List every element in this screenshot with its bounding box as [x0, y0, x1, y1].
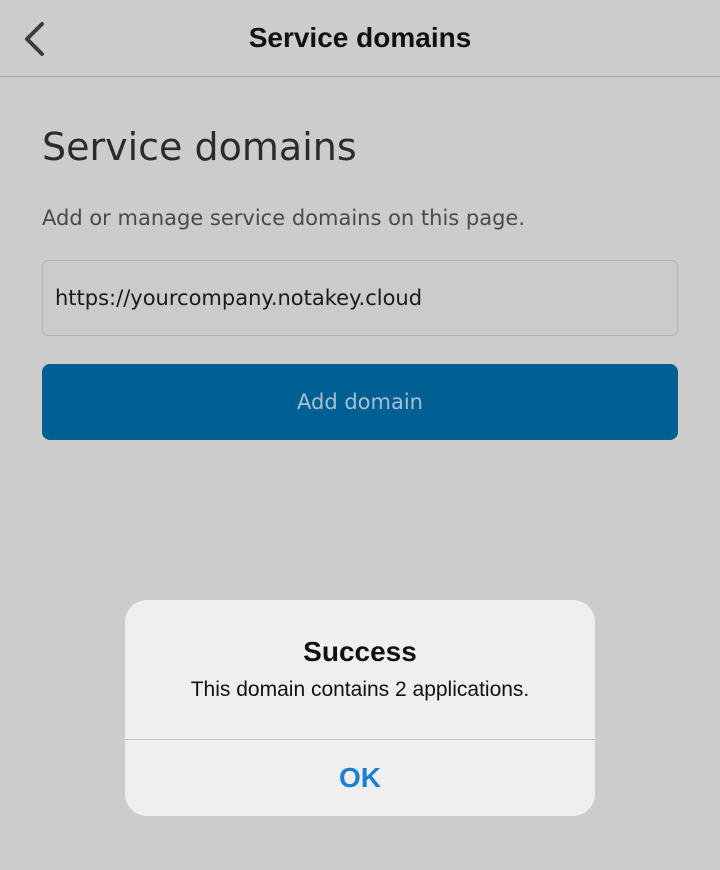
page-description: Add or manage service domains on this pa… [42, 206, 526, 230]
success-alert: Success This domain contains 2 applicati… [125, 600, 595, 816]
add-domain-button[interactable]: Add domain [42, 364, 678, 440]
alert-ok-button[interactable]: OK [125, 740, 595, 816]
alert-title: Success [303, 636, 417, 667]
page-title: Service domains [42, 125, 357, 169]
nav-title: Service domains [248, 22, 472, 53]
domain-input[interactable] [42, 260, 678, 336]
navigation-bar: Service domains [0, 0, 720, 77]
service-domains-screen: { "navbar": { "title": "Service domains"… [0, 0, 720, 870]
alert-message: This domain contains 2 applications. [190, 678, 530, 701]
